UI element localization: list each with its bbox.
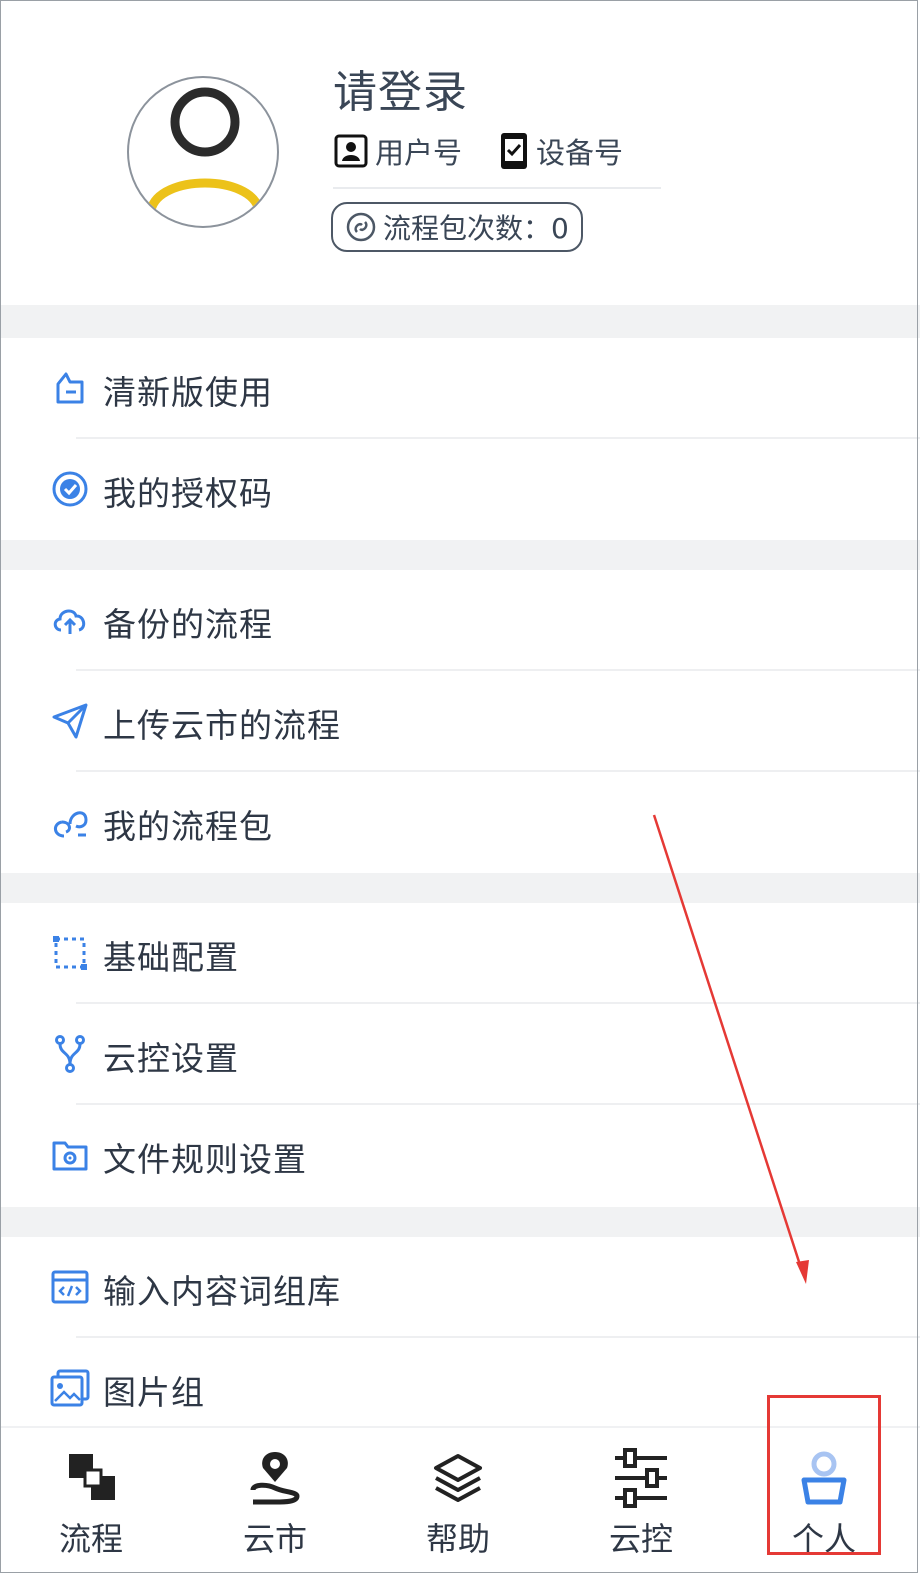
section-gap bbox=[0, 873, 920, 903]
package-count-badge: 流程包次数：0 bbox=[331, 202, 583, 252]
tab-cloud-control[interactable]: 云控 bbox=[581, 1428, 701, 1568]
tab-label: 流程 bbox=[58, 1520, 123, 1558]
link-chain-icon bbox=[54, 811, 88, 838]
tab-label: 云控 bbox=[608, 1520, 673, 1558]
device-check-icon bbox=[501, 133, 528, 169]
menu-item-phrase-library[interactable]: 输入内容词组库 bbox=[0, 1237, 920, 1338]
menu-item-label: 文件规则设置 bbox=[103, 1140, 307, 1179]
menu-item-my-flow-packages[interactable]: 我的流程包 bbox=[0, 772, 920, 873]
login-prompt[interactable]: 请登录 bbox=[333, 56, 468, 120]
paper-plane-icon bbox=[52, 703, 88, 739]
annotation-highlight-box bbox=[767, 1395, 881, 1555]
tab-label: 云市 bbox=[242, 1520, 307, 1558]
menu-item-label: 云控设置 bbox=[103, 1039, 239, 1078]
menu-item-label: 基础配置 bbox=[103, 938, 239, 977]
menu-item-clean-version[interactable]: 清新版使用 bbox=[0, 338, 920, 439]
auth-badge-icon bbox=[52, 471, 88, 507]
menu-item-auth-code[interactable]: 我的授权码 bbox=[0, 439, 920, 540]
tab-label: 帮助 bbox=[425, 1520, 490, 1558]
tab-flows[interactable]: 流程 bbox=[31, 1428, 151, 1568]
menu-item-label: 图片组 bbox=[103, 1373, 205, 1412]
menu-item-label: 备份的流程 bbox=[103, 605, 273, 644]
menu-item-file-rules[interactable]: 文件规则设置 bbox=[0, 1105, 920, 1206]
cloud-backup-icon bbox=[53, 609, 86, 634]
image-stack-icon bbox=[50, 1369, 90, 1407]
tab-help[interactable]: 帮助 bbox=[398, 1428, 518, 1568]
menu-item-label: 清新版使用 bbox=[103, 373, 273, 412]
clean-version-icon bbox=[56, 372, 84, 404]
code-window-icon bbox=[51, 1270, 89, 1304]
branch-icon bbox=[55, 1035, 85, 1073]
menu-item-label: 我的流程包 bbox=[103, 807, 273, 846]
menu-item-label: 上传云市的流程 bbox=[103, 706, 341, 745]
link-circle-icon bbox=[346, 212, 376, 242]
map-pin-route-icon bbox=[250, 1452, 300, 1505]
dashed-square-icon bbox=[53, 936, 87, 970]
menu-item-cloud-control-settings[interactable]: 云控设置 bbox=[0, 1004, 920, 1105]
flow-blocks-icon bbox=[69, 1454, 115, 1500]
menu-item-basic-config[interactable]: 基础配置 bbox=[0, 903, 920, 1004]
user-card-icon bbox=[334, 134, 368, 168]
user-id: 用户号 bbox=[333, 130, 462, 172]
layers-icon bbox=[434, 1454, 482, 1502]
menu-item-label: 输入内容词组库 bbox=[103, 1272, 341, 1311]
avatar[interactable] bbox=[127, 76, 279, 228]
menu-item-uploaded-flows[interactable]: 上传云市的流程 bbox=[0, 671, 920, 772]
section-gap bbox=[0, 1207, 920, 1237]
default-avatar-icon bbox=[146, 87, 264, 212]
menu-item-backup-flows[interactable]: 备份的流程 bbox=[0, 570, 920, 671]
section-gap bbox=[0, 305, 920, 338]
device-id-label: 设备号 bbox=[536, 136, 624, 170]
folder-gear-icon bbox=[52, 1141, 88, 1171]
tab-cloud-market[interactable]: 云市 bbox=[215, 1428, 335, 1568]
sliders-icon bbox=[615, 1448, 667, 1508]
divider bbox=[333, 187, 661, 189]
user-id-label: 用户号 bbox=[375, 136, 463, 170]
device-id: 设备号 bbox=[498, 130, 623, 172]
section-gap bbox=[0, 540, 920, 570]
package-count-text: 流程包次数：0 bbox=[383, 212, 569, 245]
menu-item-label: 我的授权码 bbox=[103, 474, 273, 513]
profile-header: 请登录 用户号 设备号 流程包次数：0 bbox=[0, 0, 920, 305]
account-meta: 用户号 设备号 bbox=[333, 130, 659, 172]
